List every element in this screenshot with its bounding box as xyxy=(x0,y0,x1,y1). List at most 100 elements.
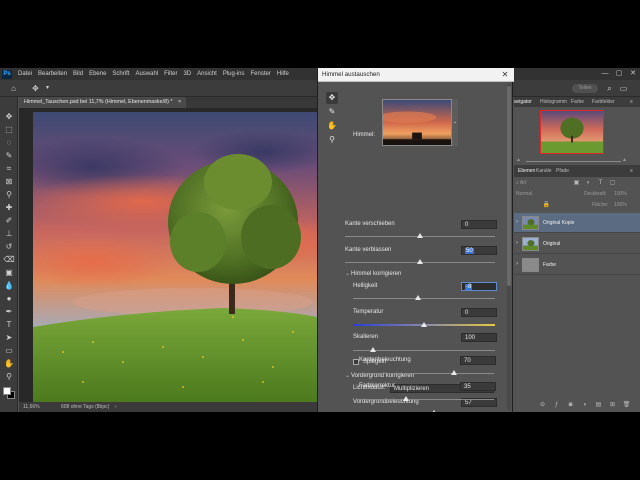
zoom-level[interactable]: 11,66% xyxy=(23,402,40,412)
sky-dropdown-chevron-icon[interactable]: ⌄ xyxy=(452,99,458,146)
menu-hilfe[interactable]: Hilfe xyxy=(274,71,292,77)
menu-icon[interactable]: ≡ xyxy=(630,165,633,177)
move-tool-icon[interactable]: ✥ xyxy=(30,83,41,94)
filter-kind[interactable]: ⌕ Art xyxy=(516,180,526,186)
temperatur-input[interactable]: 0 xyxy=(461,308,497,317)
filter-shape-icon[interactable]: ▢ xyxy=(608,179,617,187)
helligkeit-input[interactable]: -8 xyxy=(461,282,497,291)
fill-value[interactable]: 100% xyxy=(614,202,627,208)
close-window-button[interactable]: ✕ xyxy=(626,68,640,80)
close-icon[interactable]: ✕ xyxy=(500,68,510,82)
fx-icon[interactable]: ƒ xyxy=(552,401,561,409)
menu-ebene[interactable]: Ebene xyxy=(86,71,109,77)
marquee-tool-icon[interactable]: ⬚ xyxy=(3,124,15,135)
gradient-tool-icon[interactable]: ▣ xyxy=(3,267,15,278)
trash-icon[interactable]: 🗑 xyxy=(622,401,631,409)
share-button[interactable]: Teilen xyxy=(572,84,598,93)
foreground-color-swatch[interactable] xyxy=(3,387,11,395)
tab-histogramm[interactable]: Histogramm xyxy=(540,97,567,107)
path-selection-tool-icon[interactable]: ➤ xyxy=(3,332,15,343)
healing-brush-tool-icon[interactable]: ✚ xyxy=(3,202,15,213)
sky-brush-icon[interactable]: ✎ xyxy=(326,106,338,118)
tab-kanaele[interactable]: Kanäle xyxy=(536,165,552,177)
group-folder-icon[interactable]: ▤ xyxy=(594,401,603,409)
kante-verschieben-input[interactable]: 0 xyxy=(461,220,497,229)
tab-farbfelder[interactable]: Farbfelder xyxy=(592,97,615,107)
helligkeit-track[interactable] xyxy=(353,298,495,299)
eraser-tool-icon[interactable]: ⌫ xyxy=(3,254,15,265)
eyedropper-tool-icon[interactable]: ⚲ xyxy=(3,189,15,200)
type-tool-icon[interactable]: T xyxy=(3,319,15,330)
new-layer-icon[interactable]: ⊞ xyxy=(608,401,617,409)
search-icon[interactable]: ⌕ xyxy=(604,83,615,94)
kante-verschieben-slider[interactable] xyxy=(417,233,423,238)
pen-tool-icon[interactable]: ✒ xyxy=(3,306,15,317)
dialog-title-bar[interactable]: Himmel austauschen ✕ xyxy=(318,68,514,82)
lock-icon[interactable]: 🔒 xyxy=(542,201,551,209)
farbkorrektur-input[interactable]: 35 xyxy=(460,382,496,391)
brush-tool-icon[interactable]: ✐ xyxy=(3,215,15,226)
scrollbar-thumb[interactable] xyxy=(507,86,511,286)
zoom-out-icon[interactable]: ▲ xyxy=(516,157,521,163)
zoom-tool-icon[interactable]: ⚲ xyxy=(326,134,338,146)
layer-row[interactable]: › Farbe xyxy=(514,255,640,275)
chevron-right-icon[interactable]: › xyxy=(115,402,117,412)
menu-icon[interactable]: ≡ xyxy=(630,97,633,107)
blur-tool-icon[interactable]: 💧 xyxy=(3,280,15,291)
quick-selection-tool-icon[interactable]: ✎ xyxy=(3,150,15,161)
filter-type-icon[interactable]: T xyxy=(596,179,605,187)
helligkeit-slider[interactable] xyxy=(415,295,422,300)
menu-bearbeiten[interactable]: Bearbeiten xyxy=(35,71,70,77)
dodge-tool-icon[interactable]: ● xyxy=(3,293,15,304)
menu-plugins[interactable]: Plug-ins xyxy=(220,71,248,77)
canvas-area[interactable] xyxy=(19,108,317,402)
history-brush-tool-icon[interactable]: ↺ xyxy=(3,241,15,252)
chevron-down-icon[interactable]: ▾ xyxy=(42,83,53,94)
skalieren-input[interactable]: 100 xyxy=(461,333,497,342)
tab-pfade[interactable]: Pfade xyxy=(556,165,569,177)
menu-3d[interactable]: 3D xyxy=(180,71,194,77)
document-tab[interactable]: Himmel_Tauschen.psd bei 11,7% (Himmel, E… xyxy=(19,97,187,108)
adjustment-layer-icon[interactable]: ◑ xyxy=(580,401,589,409)
kantenbeleuchtung-slider[interactable] xyxy=(450,370,457,375)
menu-schrift[interactable]: Schrift xyxy=(109,71,132,77)
rectangle-tool-icon[interactable]: ▭ xyxy=(3,345,15,356)
kantenbeleuchtung-track[interactable] xyxy=(359,373,494,374)
farbkorrektur-slider[interactable] xyxy=(403,396,410,401)
move-tool-icon[interactable]: ✥ xyxy=(326,92,338,104)
tab-navigator[interactable]: avigator xyxy=(514,97,532,107)
menu-bild[interactable]: Bild xyxy=(70,71,86,77)
kante-verblassen-input[interactable]: 50 xyxy=(461,246,497,255)
tab-farbe[interactable]: Farbe xyxy=(571,97,584,107)
filter-pixel-icon[interactable]: ▣ xyxy=(572,179,581,187)
menu-datei[interactable]: Datei xyxy=(15,71,35,77)
crop-tool-icon[interactable]: ⌗ xyxy=(3,163,15,174)
workspace-icon[interactable]: ▭ xyxy=(618,83,629,94)
skalieren-slider[interactable] xyxy=(369,347,376,352)
menu-filter[interactable]: Filter xyxy=(161,71,180,77)
blend-mode[interactable]: Normal xyxy=(516,191,532,197)
menu-ansicht[interactable]: Ansicht xyxy=(194,71,220,77)
zoom-tool-icon[interactable]: ⚲ xyxy=(3,371,15,382)
clone-stamp-tool-icon[interactable]: ⊥ xyxy=(3,228,15,239)
minimize-button[interactable]: — xyxy=(598,68,612,80)
himmel-korrigieren-section[interactable]: ⌄Himmel korrigieren xyxy=(345,270,401,277)
farbkorrektur-track[interactable] xyxy=(359,399,494,400)
maximize-button[interactable]: ▢ xyxy=(612,68,626,80)
hand-tool-icon[interactable]: ✋ xyxy=(3,358,15,369)
frame-tool-icon[interactable]: ⊠ xyxy=(3,176,15,187)
filter-adjust-icon[interactable]: ◐ xyxy=(584,179,593,187)
link-layers-icon[interactable]: ⊖ xyxy=(538,401,547,409)
navigator-zoom-slider[interactable]: ▲ ▲ xyxy=(514,157,640,165)
kante-verblassen-slider[interactable] xyxy=(417,259,423,264)
sky-preset-thumbnail[interactable] xyxy=(382,99,452,146)
zoom-in-icon[interactable]: ▲ xyxy=(622,157,627,163)
layer-row[interactable]: › Original Kopie xyxy=(514,213,640,233)
menu-auswahl[interactable]: Auswahl xyxy=(132,71,161,77)
dialog-scrollbar[interactable] xyxy=(507,84,511,410)
add-mask-icon[interactable]: ◙ xyxy=(566,401,575,409)
hand-tool-icon[interactable]: ✋ xyxy=(326,120,338,132)
navigator-preview[interactable] xyxy=(540,110,604,154)
temperatur-slider[interactable] xyxy=(421,322,427,327)
sky-replacement-photo[interactable] xyxy=(33,112,317,402)
